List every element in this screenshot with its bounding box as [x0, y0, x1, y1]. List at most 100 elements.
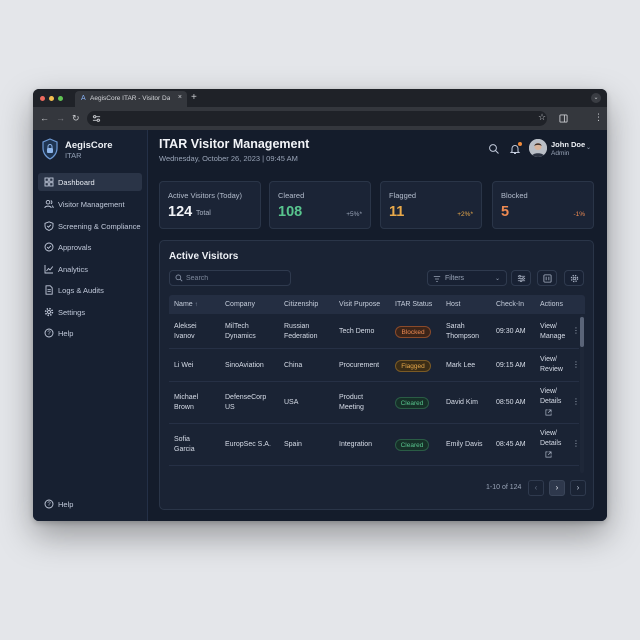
user-role: Admin: [551, 150, 570, 157]
table-settings-button[interactable]: [564, 270, 584, 286]
user-name[interactable]: John Doe: [551, 140, 585, 149]
forward-icon[interactable]: →: [56, 113, 65, 123]
side-panel-icon[interactable]: [559, 114, 568, 123]
status-badge: Cleared: [395, 397, 429, 409]
more-options-icon[interactable]: ⋮: [572, 360, 580, 369]
site-settings-icon[interactable]: [92, 114, 101, 123]
minimize-window-dot[interactable]: [49, 96, 54, 101]
view-manage-link[interactable]: View/Manage: [540, 322, 565, 342]
page-date: Wednesday, October 26, 2023 | 09:45 AM: [159, 154, 298, 163]
more-options-icon[interactable]: ⋮: [572, 397, 580, 406]
shield-check-icon: [44, 221, 54, 231]
address-bar[interactable]: [87, 111, 547, 126]
stat-card-active: Active Visitors (Today) 124 Total: [159, 181, 261, 229]
table-row[interactable]: Michael Brown DefenseCorp US USA Product Me…: [169, 382, 580, 424]
column-label: Name: [174, 301, 193, 308]
table-scrollbar[interactable]: [580, 315, 584, 473]
column-header-citizenship[interactable]: Citizenship: [284, 301, 318, 308]
stat-card-cleared: Cleared 108 +5%*: [269, 181, 371, 229]
sidebar-item-settings[interactable]: Settings: [38, 303, 142, 321]
column-header-visit-purpose[interactable]: Visit Purpose: [339, 301, 380, 308]
status-badge: Flagged: [395, 360, 431, 372]
cell-host: Emily Davis: [446, 441, 483, 448]
table-row[interactable]: Aleksei Ivanov MilTech Dynamics Russian Fed…: [169, 315, 580, 349]
search-icon[interactable]: [488, 143, 500, 155]
table-row[interactable]: Sofia Garcia EuropSec S.A. Spain Integrat…: [169, 424, 580, 466]
sidebar-item-label: Help: [58, 329, 74, 338]
stat-value: 124: [168, 204, 193, 220]
more-options-icon[interactable]: ⋮: [572, 326, 580, 335]
sidebar-item-label: Visitor Management: [58, 200, 125, 209]
export-button[interactable]: [537, 270, 557, 286]
reload-icon[interactable]: ↻: [72, 113, 80, 124]
cell-citizenship: USA: [284, 399, 299, 406]
sidebar-item-approvals[interactable]: Approvals: [38, 238, 142, 256]
column-settings-button[interactable]: [511, 270, 531, 286]
brand-name: AegisCore: [65, 140, 113, 151]
cell-purpose: Procurement: [339, 362, 380, 369]
filters-dropdown[interactable]: Filters ⌄: [427, 270, 507, 286]
sidebar-item-label: Logs & Audits: [58, 286, 104, 295]
app: AegisCore ITAR Dashboard Visitor Managem…: [33, 130, 607, 521]
sidebar-item-visitor-management[interactable]: Visitor Management: [38, 195, 142, 213]
page-title: ITAR Visitor Management: [159, 137, 310, 151]
close-window-dot[interactable]: [40, 96, 45, 101]
more-options-icon[interactable]: ⋮: [572, 439, 580, 448]
cell-purpose: Tech Demo: [339, 328, 375, 335]
previous-page-button[interactable]: ‹: [528, 480, 544, 496]
column-header-host[interactable]: Host: [446, 301, 460, 308]
external-link-icon[interactable]: [545, 451, 552, 458]
sidebar-item-screening-compliance[interactable]: Screening & Compliance: [38, 217, 142, 235]
sidebar-footer-help[interactable]: ? Help: [38, 495, 142, 513]
stat-value: 108: [278, 204, 303, 220]
search-input[interactable]: [186, 273, 286, 284]
stat-delta: +5%*: [346, 211, 362, 218]
search-icon: [175, 274, 183, 282]
view-details-link[interactable]: View/Details: [540, 387, 561, 407]
sliders-icon: [517, 274, 526, 283]
cell-checkin: 09:15 AM: [496, 362, 526, 369]
help-circle-icon: ?: [44, 328, 54, 338]
new-tab-icon[interactable]: +: [191, 92, 197, 103]
filter-icon: [433, 276, 441, 282]
column-header-check-in[interactable]: Check-In: [496, 301, 524, 308]
close-icon[interactable]: ×: [178, 94, 182, 101]
sidebar-item-dashboard[interactable]: Dashboard: [38, 173, 142, 191]
browser-tab[interactable]: A AegisCore ITAR - Visitor Dash ×: [75, 91, 187, 107]
cell-name: Michael Brown: [174, 394, 199, 411]
browser-window: A AegisCore ITAR - Visitor Dash × + ⌄ ← …: [33, 89, 607, 521]
current-page-button[interactable]: ›: [549, 480, 565, 496]
sidebar-item-label: Approvals: [58, 243, 92, 252]
tab-title: AegisCore ITAR - Visitor Dash: [90, 95, 170, 102]
cell-checkin: 08:45 AM: [496, 441, 526, 448]
view-details-link[interactable]: View/Details: [540, 429, 561, 449]
next-page-button[interactable]: ›: [570, 480, 586, 496]
browser-menu-icon[interactable]: ⋮: [594, 112, 603, 123]
search-box[interactable]: [169, 270, 291, 286]
maximize-window-dot[interactable]: [58, 96, 63, 101]
chevron-down-icon[interactable]: ⌄: [586, 144, 591, 151]
column-header-itar-status[interactable]: ITAR Status: [395, 301, 432, 308]
sidebar-item-analytics[interactable]: Analytics: [38, 260, 142, 278]
browser-toolbar: ← → ↻ ☆ ⋮: [33, 107, 607, 130]
bookmark-star-icon[interactable]: ☆: [538, 112, 546, 123]
tab-menu-icon[interactable]: ⌄: [591, 93, 601, 103]
external-link-icon[interactable]: [545, 409, 552, 416]
grid-icon: [44, 177, 54, 187]
sidebar-item-logs-audits[interactable]: Logs & Audits: [38, 281, 142, 299]
back-icon[interactable]: ←: [40, 113, 49, 123]
scrollbar-thumb[interactable]: [580, 317, 584, 347]
cell-citizenship: Russian Federation: [284, 323, 318, 340]
table-row[interactable]: Li Wei SinoAviation China Procurement Fl…: [169, 349, 580, 382]
avatar[interactable]: [529, 139, 547, 157]
cell-name: Aleksei Ivanov: [174, 323, 197, 340]
cell-host: Sarah Thompson: [446, 323, 480, 340]
sidebar-item-label: Screening & Compliance: [58, 222, 141, 231]
column-header-company[interactable]: Company: [225, 301, 255, 308]
cell-purpose: Integration: [339, 441, 373, 448]
cell-host: Mark Lee: [446, 362, 476, 369]
view-review-link[interactable]: View/Review: [540, 355, 563, 375]
pagination-summary: 1-10 of 124: [486, 484, 522, 491]
column-header-name[interactable]: Name ↑: [174, 301, 198, 308]
sidebar-item-help[interactable]: ? Help: [38, 324, 142, 342]
